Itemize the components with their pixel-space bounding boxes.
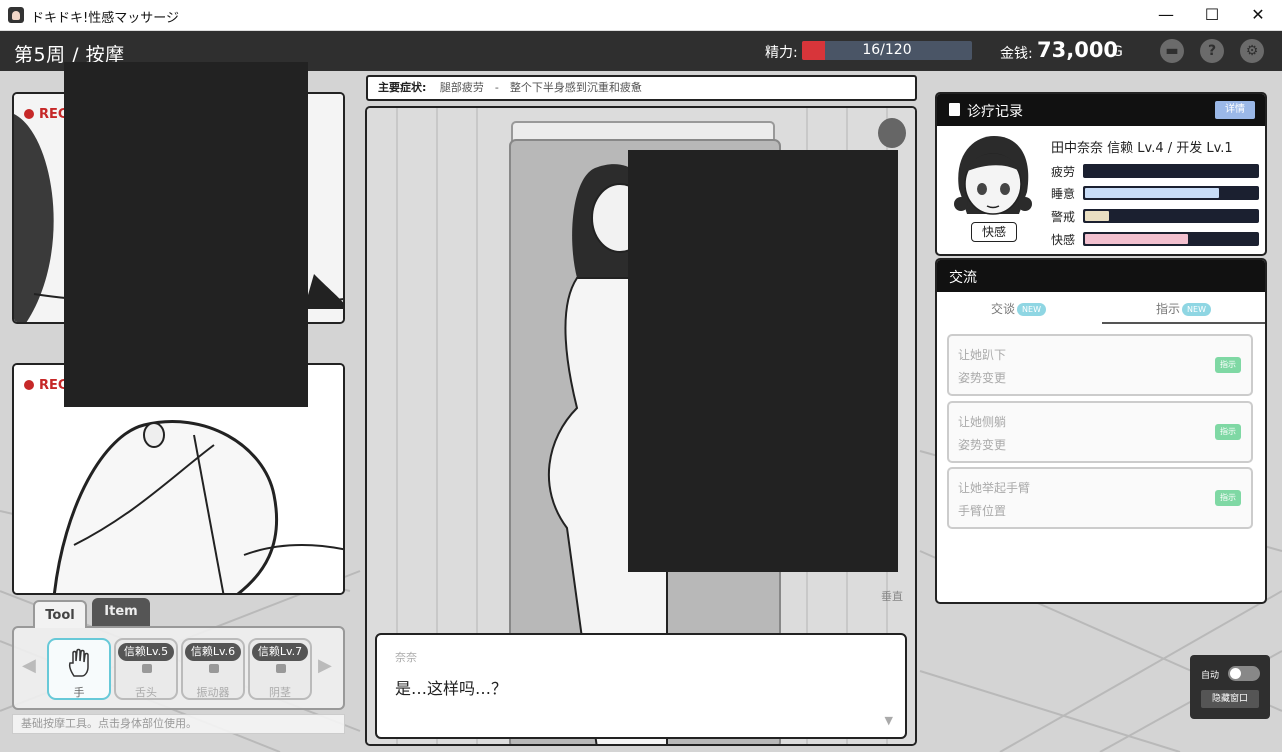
trust-requirement-badge: 信赖Lv.5 [118,643,174,661]
trust-requirement-badge: 信赖Lv.7 [252,643,308,661]
money-unit: G [1112,44,1123,60]
stat-label: 疲劳 [1051,165,1076,179]
action-tag: 指示 [1215,424,1241,440]
stat-bar [1083,232,1259,246]
record-title: 诊疗记录 [967,104,1023,120]
window-title: ドキドキ!性感マッサージ [31,11,179,26]
auto-toggle[interactable] [1228,666,1260,681]
stage-ghost-icon[interactable] [878,118,906,148]
gear-icon[interactable]: ⚙ [1240,39,1264,63]
speaker-name: 奈奈 [395,651,417,664]
stat-label: 快感 [1051,233,1076,247]
character-name: 田中奈奈 信赖 Lv.4 / 开发 Lv.1 [1051,141,1233,156]
stamina-bar: 16/120 [802,41,972,60]
tool-description: 基础按摩工具。点击身体部位使用。 [12,714,345,734]
stamina-value: 16/120 [862,42,912,58]
symptom-text: 腿部疲劳 - 整个下半身感到沉重和疲惫 [439,81,642,94]
next-arrow-icon[interactable]: ▼ [885,714,893,727]
rec-indicator: REC [24,107,67,122]
hand-icon [68,648,89,677]
window-titlebar: ドキドキ!性感マッサージ — ☐ ✕ [0,0,1282,31]
money-label: 金钱: [1000,46,1033,62]
trust-requirement-badge: 信赖Lv.6 [185,643,241,661]
exchange-panel: 交流 交谈 NEW 指示 NEW 让她趴下 姿势变更 指示 让她侧躺 姿势变更 指示… [935,258,1267,604]
tab-item[interactable]: Item [92,598,150,626]
character-portrait [954,136,1032,215]
tab-talk[interactable]: 交谈 NEW [937,294,1100,324]
tab-tool[interactable]: Tool [33,600,87,628]
tool-label: 手 [73,686,85,699]
tab-talk-label: 交谈 [991,302,1016,316]
document-icon [949,103,960,116]
vertical-view-button[interactable]: 垂直 [878,588,906,604]
action-card-raise-arms[interactable]: 让她举起手臂 手臂位置 指示 [947,467,1253,529]
close-button[interactable]: ✕ [1235,0,1281,31]
lock-icon [209,664,219,673]
exchange-header: 交流 [937,260,1265,292]
stamina-label: 精力: [765,45,798,61]
stat-fill [1085,211,1110,221]
action-subtitle: 手臂位置 [958,504,1007,518]
tool-label: 阴茎 [269,686,291,699]
stat-fill [1085,234,1189,244]
tool-slot-hand[interactable]: 手 [47,638,111,700]
lock-icon [276,664,286,673]
stat-bar [1083,164,1259,178]
dialogue-line: 是…这样吗…？ [395,679,508,698]
tool-label: 振动器 [196,686,230,699]
help-icon[interactable]: ? [1200,39,1224,63]
app-icon [8,7,24,23]
stat-label: 睡意 [1051,187,1076,201]
tool-slot-penis[interactable]: 信赖Lv.7 阴茎 [248,638,312,700]
action-card-lie-prone[interactable]: 让她趴下 姿势变更 指示 [947,334,1253,396]
chat-icon[interactable]: ▬ [1160,39,1184,63]
symptom-label: 主要症状: [378,81,427,94]
detail-button[interactable]: 详情 [1215,101,1255,119]
stat-fill [1085,188,1220,198]
action-subtitle: 姿势变更 [958,438,1007,452]
stat-label: 警戒 [1051,210,1076,224]
minimize-button[interactable]: — [1143,0,1189,31]
record-header: 诊疗记录 详情 [937,94,1265,126]
exchange-title: 交流 [949,270,977,286]
action-tag: 指示 [1215,357,1241,373]
maximize-button[interactable]: ☐ [1189,0,1235,31]
new-badge: NEW [1182,303,1211,316]
censor-block [64,62,308,407]
tool-next-arrow[interactable]: ▶ [318,655,332,676]
money-value: 73,000 [1037,38,1119,62]
auto-label: 自动 [1201,671,1220,681]
tool-slot-tongue[interactable]: 信赖Lv.5 舌头 [114,638,178,700]
stat-bar [1083,209,1259,223]
action-title: 让她举起手臂 [958,481,1031,495]
censor-block [628,150,898,572]
action-tag: 指示 [1215,490,1241,506]
rec-dot-icon [24,380,34,390]
stat-bar [1083,186,1259,200]
action-subtitle: 姿势变更 [958,371,1007,385]
rec-dot-icon [24,109,34,119]
hide-window-button[interactable]: 隐藏窗口 [1201,690,1259,708]
new-badge: NEW [1017,303,1046,316]
auto-panel: 自动 隐藏窗口 [1190,655,1270,719]
action-title: 让她侧躺 [958,415,1007,429]
tab-instruct[interactable]: 指示 NEW [1102,294,1265,324]
dialogue-box[interactable]: 奈奈 是…这样吗…？ ▼ [375,633,907,739]
rec-indicator: REC [24,378,67,393]
pleasure-button[interactable]: 快感 [971,222,1017,242]
tool-label: 舌头 [135,686,157,699]
tool-slot-vibrator[interactable]: 信赖Lv.6 振动器 [181,638,245,700]
tab-instruct-label: 指示 [1156,302,1181,316]
symptom-bar: 主要症状: 腿部疲劳 - 整个下半身感到沉重和疲惫 [366,75,917,101]
tool-prev-arrow[interactable]: ◀ [22,655,36,676]
medical-record-panel: 诊疗记录 详情 快感 田中奈奈 信赖 Lv.4 / 开发 Lv.1 疲劳 睡意 … [935,92,1267,256]
lock-icon [142,664,152,673]
action-title: 让她趴下 [958,348,1007,362]
action-card-lie-side[interactable]: 让她侧躺 姿势变更 指示 [947,401,1253,463]
